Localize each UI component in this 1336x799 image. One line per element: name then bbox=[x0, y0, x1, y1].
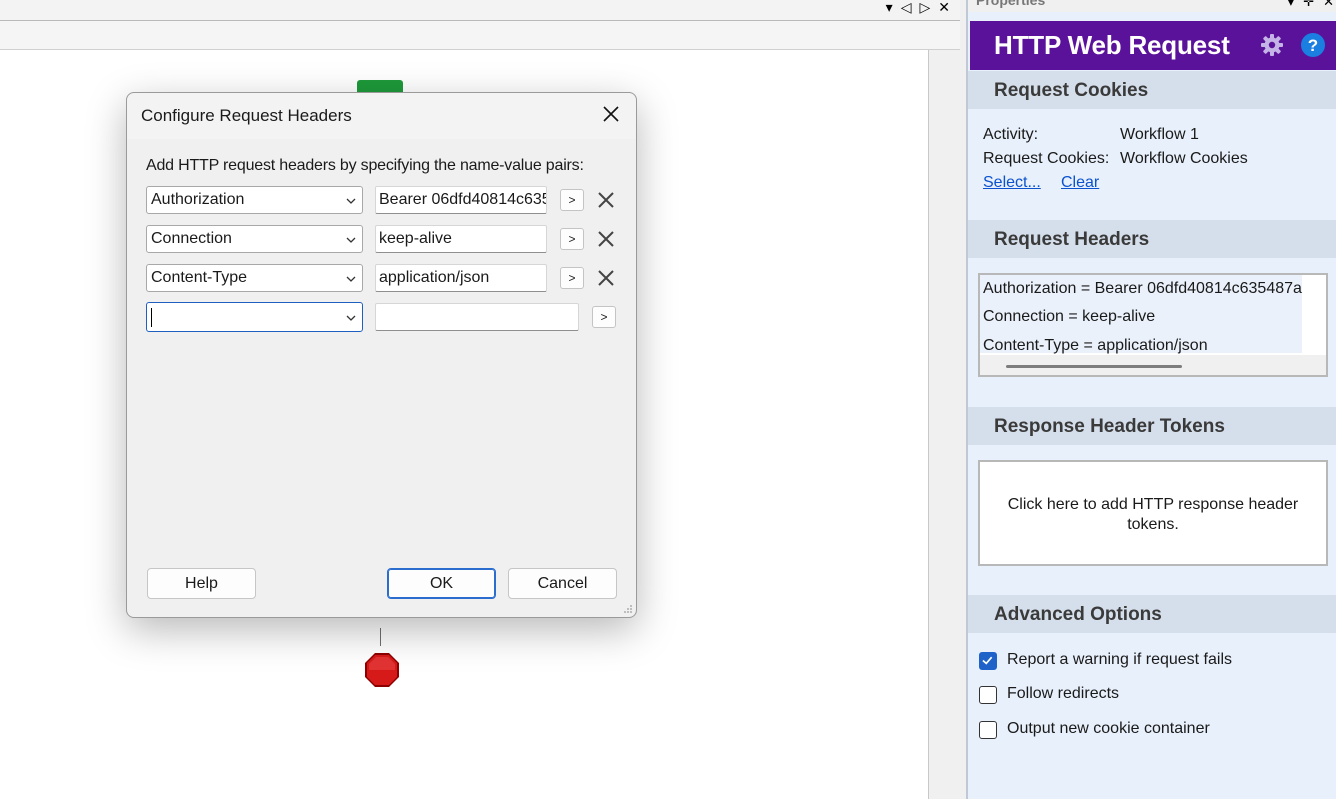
header-name-text: Connection bbox=[151, 230, 232, 247]
designer-toolbar bbox=[0, 21, 960, 50]
text-caret bbox=[151, 308, 152, 327]
response-tokens-box[interactable]: Click here to add HTTP response header t… bbox=[978, 460, 1328, 566]
checkbox-checked[interactable] bbox=[979, 652, 997, 670]
request-headers-list[interactable]: Authorization = Bearer 06dfd40814c635487… bbox=[978, 273, 1328, 377]
header-value-text: Bearer 06dfd40814c635 bbox=[379, 191, 547, 208]
list-item[interactable]: Authorization = Bearer 06dfd40814c635487… bbox=[983, 280, 1302, 298]
configure-request-headers-dialog: Configure Request Headers Add HTTP reque… bbox=[126, 92, 637, 618]
edit-value-button[interactable]: > bbox=[560, 189, 584, 211]
canvas-scroll-gutter bbox=[929, 50, 960, 799]
header-row: Authorization Bearer 06dfd40814c635 > bbox=[146, 186, 626, 216]
checkbox[interactable] bbox=[979, 686, 997, 704]
list-item[interactable]: Content-Type = application/json bbox=[983, 337, 1208, 355]
dialog-titlebar[interactable]: Configure Request Headers bbox=[127, 93, 636, 139]
edit-value-button[interactable]: > bbox=[592, 306, 616, 328]
header-value-input[interactable]: application/json bbox=[375, 264, 547, 292]
section-request-headers: Request Headers bbox=[968, 220, 1336, 258]
stop-node-icon[interactable] bbox=[364, 652, 400, 688]
section-heading: Request Cookies bbox=[994, 80, 1149, 101]
section-heading: Response Header Tokens bbox=[994, 416, 1225, 437]
properties-caption: Properties ▾ ✛ ✕ bbox=[968, 0, 1336, 12]
designer-tab-bar: ▾ ◁ ▷ ✕ bbox=[0, 0, 960, 21]
checkbox-label: Follow redirects bbox=[1007, 685, 1120, 702]
cancel-button[interactable]: Cancel bbox=[508, 568, 617, 599]
checkbox-label: Report a warning if request fails bbox=[1007, 651, 1232, 668]
list-item[interactable]: Connection = keep-alive bbox=[983, 308, 1155, 326]
horizontal-scrollbar[interactable] bbox=[980, 355, 1326, 375]
activity-label: Activity: bbox=[983, 126, 1039, 143]
svg-text:?: ? bbox=[1308, 36, 1318, 55]
panel-close-icon[interactable]: ✕ bbox=[1323, 0, 1334, 10]
chevron-down-icon bbox=[346, 276, 356, 282]
header-value-text: keep-alive bbox=[379, 230, 452, 247]
pin-icon[interactable]: ✛ bbox=[1303, 0, 1314, 10]
resize-grip-icon[interactable] bbox=[623, 604, 633, 614]
edit-value-button[interactable]: > bbox=[560, 267, 584, 289]
panel-controls: ▾ ✛ ✕ bbox=[1288, 0, 1334, 10]
properties-header: HTTP Web Request ? bbox=[970, 21, 1336, 70]
select-cookies-link[interactable]: Select... bbox=[983, 174, 1041, 192]
header-name-combo[interactable]: Authorization bbox=[146, 186, 363, 214]
help-icon[interactable]: ? bbox=[1300, 32, 1326, 58]
response-tokens-prompt: Click here to add HTTP response header t… bbox=[1007, 496, 1299, 533]
chevron-down-icon bbox=[346, 198, 356, 204]
tab-controls: ▾ ◁ ▷ ✕ bbox=[886, 0, 950, 16]
header-name-combo[interactable]: Content-Type bbox=[146, 264, 363, 292]
header-name-combo[interactable]: Connection bbox=[146, 225, 363, 253]
tab-scroll-right-icon[interactable]: ▷ bbox=[919, 0, 930, 16]
tab-dropdown-icon[interactable]: ▾ bbox=[886, 0, 893, 16]
activity-value: Workflow 1 bbox=[1120, 126, 1199, 143]
header-name-text: Authorization bbox=[151, 191, 245, 208]
dialog-description: Add HTTP request headers by specifying t… bbox=[146, 157, 584, 174]
chevron-down-icon bbox=[346, 237, 356, 243]
checkbox-label: Output new cookie container bbox=[1007, 720, 1210, 737]
header-value-text: application/json bbox=[379, 269, 490, 286]
properties-panel: Properties ▾ ✛ ✕ HTTP Web Request ? bbox=[966, 0, 1336, 799]
gear-icon[interactable] bbox=[1260, 33, 1284, 57]
edit-value-button[interactable]: > bbox=[560, 228, 584, 250]
flow-connector bbox=[380, 628, 381, 646]
close-icon[interactable] bbox=[600, 103, 622, 125]
header-row: Content-Type application/json > bbox=[146, 264, 626, 294]
request-cookies-label: Request Cookies: bbox=[983, 150, 1110, 167]
header-name-combo[interactable] bbox=[146, 302, 363, 332]
section-advanced-options: Advanced Options bbox=[968, 595, 1336, 633]
clear-cookies-link[interactable]: Clear bbox=[1061, 174, 1099, 192]
tab-scroll-left-icon[interactable]: ◁ bbox=[901, 0, 912, 16]
check-icon bbox=[982, 656, 993, 665]
dialog-title: Configure Request Headers bbox=[141, 106, 352, 125]
delete-icon[interactable] bbox=[596, 268, 616, 288]
chevron-down-icon bbox=[346, 315, 356, 321]
ok-button[interactable]: OK bbox=[387, 568, 496, 599]
section-heading: Advanced Options bbox=[994, 604, 1162, 625]
header-value-input[interactable]: keep-alive bbox=[375, 225, 547, 253]
header-value-input[interactable] bbox=[375, 303, 579, 331]
delete-icon[interactable] bbox=[596, 229, 616, 249]
request-cookies-value: Workflow Cookies bbox=[1120, 150, 1248, 167]
section-heading: Request Headers bbox=[994, 229, 1150, 250]
delete-icon[interactable] bbox=[596, 190, 616, 210]
activity-title: HTTP Web Request bbox=[994, 30, 1230, 60]
panel-menu-icon[interactable]: ▾ bbox=[1288, 0, 1295, 10]
help-button[interactable]: Help bbox=[147, 568, 256, 599]
checkbox[interactable] bbox=[979, 721, 997, 739]
tab-close-icon[interactable]: ✕ bbox=[938, 0, 950, 16]
section-request-cookies: Request Cookies bbox=[968, 71, 1336, 109]
scrollbar-thumb[interactable] bbox=[1006, 365, 1182, 368]
header-row-new: > bbox=[146, 302, 626, 332]
header-row: Connection keep-alive > bbox=[146, 225, 626, 255]
header-value-input[interactable]: Bearer 06dfd40814c635 bbox=[375, 186, 547, 214]
section-response-header-tokens: Response Header Tokens bbox=[968, 407, 1336, 445]
properties-caption-text: Properties bbox=[976, 0, 1046, 8]
header-name-text: Content-Type bbox=[151, 269, 248, 286]
